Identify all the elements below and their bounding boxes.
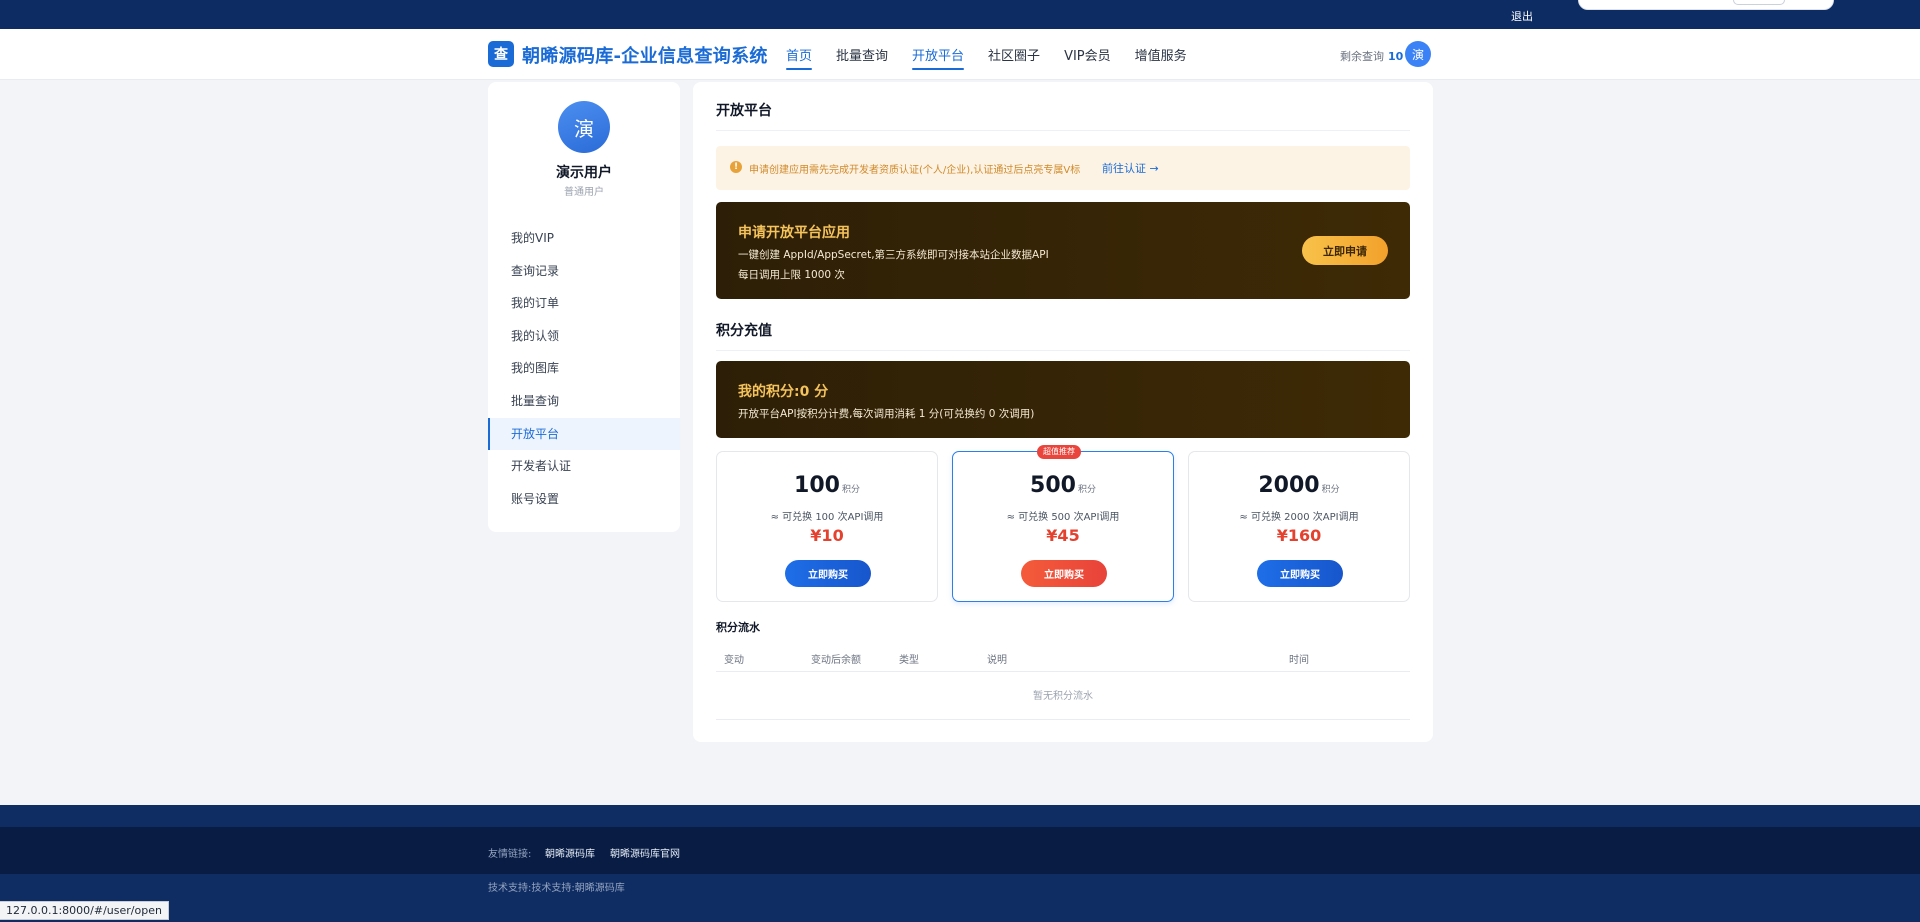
- col-time: 时间: [1289, 655, 1309, 666]
- sidebar-role: 普通用户: [564, 187, 604, 198]
- logo-icon[interactable]: 查: [488, 41, 514, 67]
- buy-button-100[interactable]: 立即购买: [785, 560, 871, 587]
- divider: [716, 130, 1410, 131]
- points-desc: 开放平台API按积分计费,每次调用消耗 1 分(可兑换约 0 次调用): [738, 408, 1035, 420]
- tech-support: 技术支持:技术支持:朝晞源码库: [488, 883, 625, 894]
- package-desc: ≈ 可兑换 500 次API调用: [1006, 512, 1120, 523]
- go-certify-link[interactable]: 前往认证 →: [1102, 160, 1159, 176]
- notice-banner: ! 申请创建应用需先完成开发者资质认证(个人/企业),认证通过后点亮专属V标 前…: [716, 146, 1410, 190]
- friend-link-1[interactable]: 朝晞源码库: [545, 845, 595, 860]
- buy-button-500[interactable]: 立即购买: [1021, 560, 1107, 587]
- search-pill[interactable]: [1733, 0, 1785, 5]
- points-card: 我的积分:0 分 开放平台API按积分计费,每次调用消耗 1 分(可兑换约 0 …: [716, 361, 1410, 438]
- divider: [716, 350, 1410, 351]
- col-note: 说明: [987, 655, 1007, 666]
- my-points: 我的积分:0 分: [738, 384, 829, 400]
- nav-open-platform[interactable]: 开放平台: [912, 45, 965, 70]
- package-price: ¥45: [1046, 526, 1080, 545]
- sidebar-item-vip[interactable]: 我的VIP: [488, 222, 680, 255]
- friend-link-2[interactable]: 朝晞源码库官网: [610, 845, 680, 860]
- col-type: 类型: [899, 655, 919, 666]
- site-title[interactable]: 朝晞源码库-企业信息查询系统: [522, 42, 768, 68]
- footer-top-band: [0, 805, 1920, 827]
- col-balance: 变动后余额: [811, 655, 861, 666]
- package-amount: 100: [794, 473, 840, 498]
- package-card-100: 100 积分 ≈ 可兑换 100 次API调用 ¥10 立即购买: [716, 451, 938, 602]
- package-unit: 积分: [841, 485, 860, 495]
- main-panel: 开放平台 ! 申请创建应用需先完成开发者资质认证(个人/企业),认证通过后点亮专…: [693, 82, 1433, 742]
- apply-button[interactable]: 立即申请: [1302, 236, 1388, 265]
- page-title: 开放平台: [716, 103, 772, 119]
- sidebar-item-developer-cert[interactable]: 开发者认证: [488, 450, 680, 483]
- floating-search-panel: [1578, 0, 1834, 10]
- points-section-title: 积分充值: [716, 323, 772, 339]
- apply-title: 申请开放平台应用: [738, 225, 850, 241]
- package-price: ¥10: [810, 526, 844, 545]
- flow-empty-state: 暂无积分流水: [716, 673, 1410, 720]
- nav-vip[interactable]: VIP会员: [1064, 45, 1111, 68]
- nav-value-added[interactable]: 增值服务: [1135, 45, 1187, 68]
- apply-app-card: 申请开放平台应用 一键创建 AppId/AppSecret,第三方系统即可对接本…: [716, 202, 1410, 299]
- package-desc: ≈ 可兑换 100 次API调用: [770, 512, 884, 523]
- package-unit: 积分: [1077, 485, 1096, 495]
- sidebar-item-query-history[interactable]: 查询记录: [488, 255, 680, 288]
- header-avatar[interactable]: 演: [1405, 41, 1431, 67]
- logout-link[interactable]: 退出: [1511, 8, 1533, 24]
- apply-desc: 一键创建 AppId/AppSecret,第三方系统即可对接本站企业数据API: [738, 249, 1049, 261]
- sidebar-menu: 我的VIP 查询记录 我的订单 我的认领 我的图库 批量查询 开放平台 开发者认…: [488, 222, 680, 515]
- remaining-count: 10: [1388, 50, 1404, 63]
- main-nav: 首页 批量查询 开放平台 社区圈子 VIP会员 增值服务: [786, 45, 1187, 70]
- top-bar: 退出: [0, 0, 1920, 29]
- nav-home[interactable]: 首页: [786, 45, 813, 70]
- browser-status-url: 127.0.0.1:8000/#/user/open: [0, 901, 169, 920]
- sidebar-item-batch-query[interactable]: 批量查询: [488, 385, 680, 418]
- col-change: 变动: [724, 655, 744, 666]
- footer-bottom: 技术支持:技术支持:朝晞源码库: [0, 874, 1920, 922]
- header: 查 朝晞源码库-企业信息查询系统 首页 批量查询 开放平台 社区圈子 VIP会员…: [0, 29, 1920, 80]
- sidebar-item-orders[interactable]: 我的订单: [488, 287, 680, 320]
- footer-links: 友情链接: 朝晞源码库 朝晞源码库官网: [0, 827, 1920, 874]
- sidebar-item-claims[interactable]: 我的认领: [488, 320, 680, 353]
- friend-links-label: 友情链接:: [488, 849, 532, 860]
- remaining-queries: 剩余查询 10: [1340, 50, 1404, 63]
- package-desc: ≈ 可兑换 2000 次API调用: [1239, 512, 1359, 523]
- nav-batch-query[interactable]: 批量查询: [836, 45, 888, 68]
- package-amount: 2000: [1258, 473, 1320, 498]
- sidebar-item-account-settings[interactable]: 账号设置: [488, 483, 680, 516]
- package-price: ¥160: [1276, 526, 1322, 545]
- buy-button-2000[interactable]: 立即购买: [1257, 560, 1343, 587]
- notice-text: 申请创建应用需先完成开发者资质认证(个人/企业),认证通过后点亮专属V标: [749, 165, 1081, 176]
- recommend-badge: 超值推荐: [1037, 445, 1081, 459]
- sidebar-item-gallery[interactable]: 我的图库: [488, 352, 680, 385]
- package-unit: 积分: [1321, 485, 1340, 495]
- sidebar-username: 演示用户: [556, 165, 612, 181]
- user-sidebar: 演 演示用户 普通用户 我的VIP 查询记录 我的订单 我的认领 我的图库 批量…: [488, 82, 680, 532]
- warning-icon: !: [730, 161, 742, 173]
- package-card-2000: 2000 积分 ≈ 可兑换 2000 次API调用 ¥160 立即购买: [1188, 451, 1410, 602]
- package-amount: 500: [1030, 473, 1076, 498]
- package-card-500: 超值推荐 500 积分 ≈ 可兑换 500 次API调用 ¥45 立即购买: [952, 445, 1174, 602]
- flow-table-header: 变动 变动后余额 类型 说明 时间: [716, 642, 1410, 672]
- points-flow-title: 积分流水: [716, 621, 760, 634]
- apply-limit: 每日调用上限 1000 次: [738, 269, 845, 281]
- sidebar-avatar: 演: [558, 101, 610, 153]
- sidebar-item-open-platform[interactable]: 开放平台: [488, 417, 680, 451]
- nav-community[interactable]: 社区圈子: [988, 45, 1040, 68]
